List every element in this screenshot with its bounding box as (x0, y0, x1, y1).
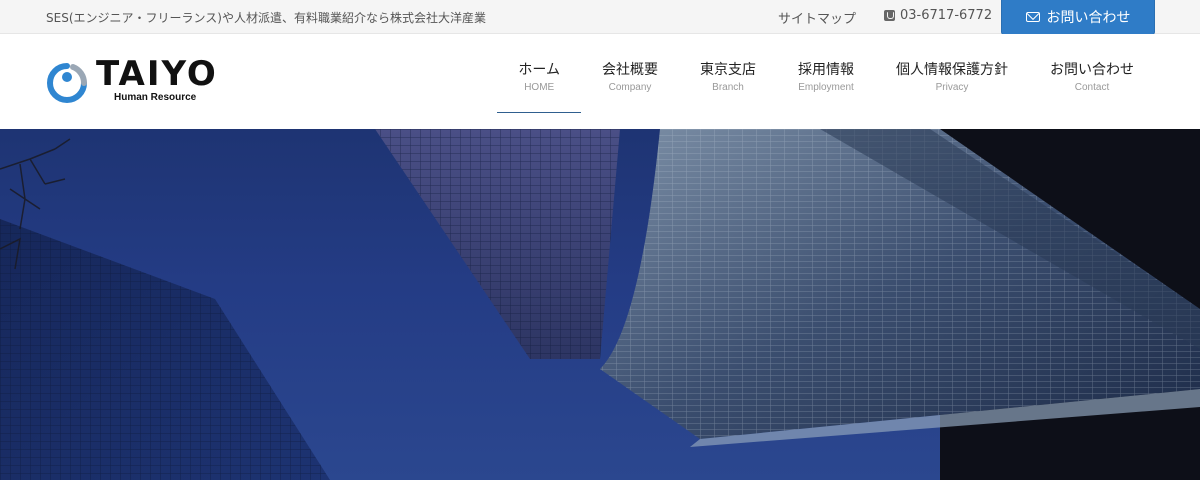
site-tagline: SES(エンジニア・フリーランス)や人材派遣、有料職業紹介なら株式会社大洋産業 (46, 11, 486, 25)
top-bar: SES(エンジニア・フリーランス)や人材派遣、有料職業紹介なら株式会社大洋産業 … (0, 0, 1200, 35)
nav-item-contact[interactable]: お問い合わせ Contact (1029, 34, 1155, 113)
nav-sublabel: Employment (798, 81, 854, 93)
nav-sublabel: Company (608, 81, 652, 93)
nav-sublabel: HOME (524, 81, 555, 93)
phone-number: 03-6717-6772 (884, 8, 992, 23)
nav-sublabel: Privacy (935, 81, 969, 93)
nav-label: お問い合わせ (1050, 61, 1134, 78)
sitemap-link[interactable]: サイトマップ (778, 8, 856, 27)
nav-item-company[interactable]: 会社概要 Company (581, 34, 679, 113)
contact-button[interactable]: お問い合わせ (1001, 0, 1155, 35)
nav-item-branch[interactable]: 東京支店 Branch (679, 34, 777, 113)
nav-label: 会社概要 (602, 61, 658, 78)
contact-button-label: お問い合わせ (1046, 10, 1131, 26)
logo-wordmark: TAIYO (96, 54, 218, 94)
phone-text: 03-6717-6772 (900, 8, 993, 23)
nav-label: 東京支店 (700, 61, 756, 78)
nav-label: 採用情報 (798, 61, 854, 78)
nav-label: 個人情報保護方針 (896, 61, 1008, 78)
nav-item-privacy[interactable]: 個人情報保護方針 Privacy (875, 34, 1029, 113)
logo-mark-icon (47, 63, 88, 103)
phone-icon (884, 10, 895, 21)
nav-sublabel: Branch (712, 81, 744, 93)
logo-subtitle: Human Resource (114, 92, 197, 103)
site-logo[interactable]: TAIYO Human Resource (46, 54, 236, 110)
nav-label: ホーム (518, 61, 560, 78)
site-header: TAIYO Human Resource ホーム HOME 会社概要 Compa… (0, 34, 1200, 129)
hero-buildings-illustration (0, 129, 1200, 480)
mail-icon (1025, 12, 1040, 22)
nav-item-home[interactable]: ホーム HOME (497, 34, 581, 113)
nav-item-employment[interactable]: 採用情報 Employment (777, 34, 875, 113)
main-nav: ホーム HOME 会社概要 Company 東京支店 Branch 採用情報 E… (497, 34, 1155, 129)
hero-image (0, 129, 1200, 480)
nav-sublabel: Contact (1074, 81, 1110, 93)
